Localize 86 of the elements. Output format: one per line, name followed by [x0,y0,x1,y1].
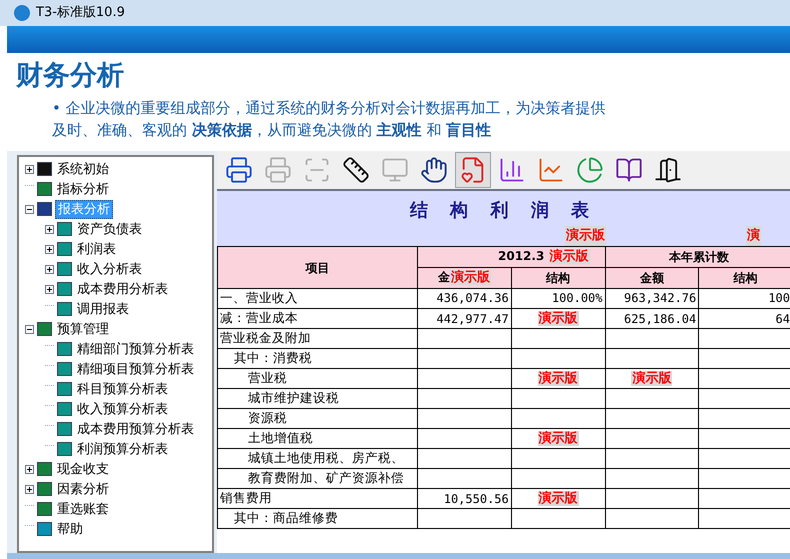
report-title: 结 构 利 润 表 [410,199,598,223]
row-label: 城市维护建设税 [218,388,418,408]
row-label: 其中：商品维修费 [218,508,418,528]
demo-stamp: 演示版 [538,370,579,386]
tree-node-icon [37,482,52,496]
tree-node-icon [37,522,52,536]
tree-node-icon [37,462,52,476]
table-cell: 436,074.36 [418,288,512,308]
tree-node-icon [57,382,72,396]
row-label: 销售费用 [218,488,418,509]
page-heading: 财务分析 [16,59,125,93]
demo-stamp: 演示版 [548,249,590,264]
row-label: 资源税 [218,408,418,428]
tree-item[interactable]: 资产负债表 [75,220,144,238]
tree-item[interactable]: 收入预算分析表 [75,400,170,418]
tree-node-icon [37,322,52,336]
expand-icon[interactable] [45,224,54,234]
expand-icon[interactable] [25,164,34,174]
row-label: 城镇土地使用税、房产税、 [218,448,418,468]
row-label: 营业税金及附加 [218,328,418,348]
column-header: 本年累计数 [605,246,790,268]
column-header: 2012.3 演示版 [418,246,605,268]
tree-node-icon [57,242,72,256]
demo-stamp: 演 [746,226,761,246]
tree-node-icon [57,362,72,376]
table-cell: 963,342.76 [605,288,699,308]
tree-item[interactable]: 成本费用分析表 [75,280,170,298]
demo-stamp: 演示版 [538,310,579,326]
tree-item[interactable]: 重选账套 [55,500,111,518]
demo-stamp: 演示版 [450,270,491,286]
tree-node-icon [57,442,72,456]
row-label: 其中：消费税 [218,348,418,368]
tree-item[interactable]: 预算管理 [55,320,111,338]
expand-icon[interactable] [25,484,34,494]
tree-item[interactable]: 帮助 [55,520,85,538]
description-text: • 企业决微的重要组成部分，通过系统的财务分析对会计数据再加工，为决策者提供 [52,98,607,119]
collapse-icon[interactable] [25,324,34,334]
expand-icon[interactable] [45,284,54,294]
table-cell: 10,550.56 [418,488,512,509]
app-logo-icon [14,5,30,21]
table-cell: 625,186.04 [605,308,699,329]
collapse-icon[interactable] [25,204,34,214]
tree-item[interactable]: 调用报表 [75,300,131,318]
window-title: T3-标准版10.9 [36,4,125,22]
tree-item[interactable]: 收入分析表 [75,260,144,278]
expand-icon[interactable] [45,244,54,254]
tree-item[interactable]: 利润预算分析表 [75,440,170,458]
tree-item[interactable]: 系统初始 [55,160,111,178]
tree-node-icon [57,422,72,436]
table-cell: 100.00% [511,288,605,308]
tree-node-icon [57,222,72,236]
row-label: 一、营业收入 [218,288,418,308]
tree-node-icon [37,182,52,196]
tree-node-icon [37,502,52,516]
expand-icon[interactable] [45,264,54,274]
demo-stamp: 演示版 [565,226,606,246]
demo-stamp: 演示版 [538,490,579,506]
row-label: 土地增值税 [218,428,418,449]
row-label: 减：营业成本 [218,308,418,329]
column-header: 项目 [218,246,418,288]
tree-item[interactable]: 因素分析 [55,480,111,498]
column-header: 结构 [698,268,790,288]
tree-node-icon [57,402,72,416]
demo-stamp: 演示版 [538,430,579,446]
tree-node-icon [57,302,72,316]
column-header: 结构 [511,268,605,288]
tree-item[interactable]: 成本费用预算分析表 [75,420,196,438]
tree-item[interactable]: 精细项目预算分析表 [75,360,196,378]
description-text: 及时、准确、客观的 决策依据，从而避免决微的 主观性 和 盲目性 [52,120,492,141]
row-label: 营业税 [218,368,418,389]
tree-item[interactable]: 现金收支 [55,460,111,478]
tree-item[interactable]: 精细部门预算分析表 [75,340,196,358]
column-header: 金演示版 [418,268,512,288]
tree-node-icon [37,202,52,216]
tree-item[interactable]: 科目预算分析表 [75,380,170,398]
tree-node-icon [57,342,72,356]
column-header: 金额 [605,268,699,288]
tree-item[interactable]: 指标分析 [55,180,111,198]
tree-node-icon [37,162,52,176]
tree-node-icon [57,262,72,276]
table-cell: 442,977.47 [418,308,512,329]
tree-node-icon [57,282,72,296]
expand-icon[interactable] [25,464,34,474]
demo-stamp: 演示版 [631,370,672,386]
tree-item[interactable]: 利润表 [75,240,118,258]
row-label: 教育费附加、矿产资源补偿 [218,468,418,488]
